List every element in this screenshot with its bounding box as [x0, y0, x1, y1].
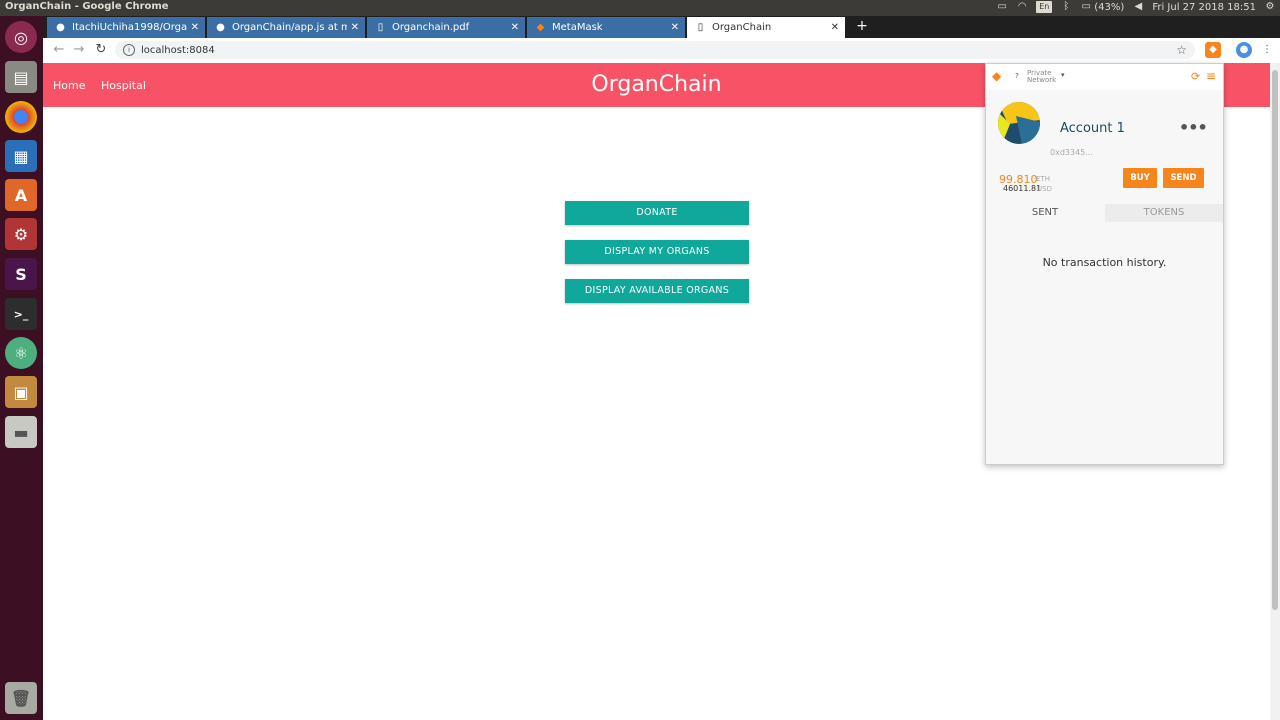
empty-transaction-history: No transaction history.: [1042, 256, 1167, 269]
browser-toolbar: ← → ↻ i localhost:8084 ☆ ◆ ● ⋮: [43, 38, 1280, 64]
package-box-icon[interactable]: ▣: [5, 376, 37, 408]
tab-label: ItachiUchiha1998/OrganCh: [72, 22, 187, 33]
system-top-bar: OrganChain - Google Chrome ▭ ◠ En ᛒ ▭ (4…: [0, 0, 1280, 16]
tab-label: MetaMask: [552, 22, 603, 33]
system-settings-icon[interactable]: ⚙: [5, 218, 37, 250]
tab-label: OrganChain/app.js at mas: [232, 22, 347, 33]
metamask-header: [986, 64, 1223, 90]
metamask-fox-icon: ◆: [536, 22, 545, 33]
software-center-icon[interactable]: A: [5, 179, 37, 211]
network-label-line2: Network: [1027, 76, 1057, 84]
usd-unit: USD: [1037, 185, 1052, 193]
clock[interactable]: Fri Jul 27 2018 18:51: [1152, 2, 1256, 13]
app-launcher: ◎ ▤ ▦ A ⚙ S >_ ⚛ ▣ ▬ 🗑: [0, 16, 43, 720]
ubuntu-dash-icon[interactable]: ◎: [5, 21, 37, 53]
scrollbar-thumb[interactable]: [1272, 70, 1278, 610]
close-icon[interactable]: ✕: [191, 22, 199, 33]
github-icon: ●: [216, 22, 225, 33]
tab-organchain-pdf[interactable]: ▯ Organchain.pdf ✕: [367, 17, 525, 38]
tab-tokens[interactable]: TOKENS: [1105, 204, 1223, 222]
battery-indicator[interactable]: ▭ (43%): [1080, 1, 1125, 13]
tab-organchain[interactable]: ▯ OrganChain ✕: [687, 17, 845, 38]
help-icon[interactable]: ?: [1013, 72, 1021, 80]
close-icon[interactable]: ✕: [831, 22, 839, 33]
close-icon[interactable]: ✕: [351, 22, 359, 33]
system-tray: ▭ ◠ En ᛒ ▭ (43%) ◀ Fri Jul 27 2018 18:51…: [996, 1, 1276, 13]
document-icon: ▯: [697, 22, 704, 33]
tab-sent[interactable]: SENT: [986, 204, 1104, 222]
battery-icon: ▭: [1081, 1, 1091, 12]
display-available-organs-button[interactable]: DISPLAY AVAILABLE ORGANS: [565, 279, 749, 303]
github-icon: ●: [56, 22, 65, 33]
tab-metamask[interactable]: ◆ MetaMask ✕: [527, 17, 685, 38]
battery-percent: (43%): [1094, 1, 1125, 13]
buy-button[interactable]: BUY: [1123, 168, 1157, 188]
chrome-menu-icon[interactable]: ⋮: [1259, 42, 1275, 58]
eth-unit: ETH: [1036, 175, 1050, 183]
bookmark-star-icon[interactable]: ☆: [1176, 43, 1187, 57]
chrome-dev-icon[interactable]: [5, 101, 37, 133]
account-name: Account 1: [1060, 121, 1125, 136]
account-address[interactable]: 0xd3345...: [1050, 148, 1093, 157]
writer-document-icon[interactable]: ▦: [5, 140, 37, 172]
account-avatar[interactable]: [998, 102, 1040, 144]
close-icon[interactable]: ✕: [511, 22, 519, 33]
tab-github-appjs[interactable]: ● OrganChain/app.js at mas ✕: [207, 17, 365, 38]
slack-icon[interactable]: S: [5, 258, 37, 290]
metamask-popup: ◆ ? Private Network ▾ ⟳ ≡ Account 1 ••• …: [985, 63, 1224, 465]
usd-balance: 46011.81: [1003, 184, 1042, 193]
caret-down-icon[interactable]: ▾: [1061, 71, 1065, 79]
wifi-icon[interactable]: ◠: [1016, 1, 1028, 13]
sync-icon[interactable]: ⟳: [1191, 70, 1200, 83]
close-icon[interactable]: ✕: [671, 22, 679, 33]
tab-github-repo[interactable]: ● ItachiUchiha1998/OrganCh ✕: [47, 17, 205, 38]
site-info-icon[interactable]: i: [123, 44, 135, 56]
tab-label: Organchain.pdf: [392, 22, 470, 33]
files-icon[interactable]: ▭: [996, 1, 1008, 13]
hamburger-menu-icon[interactable]: ≡: [1206, 69, 1216, 83]
browser-tab-bar: ● ItachiUchiha1998/OrganCh ✕ ● OrganChai…: [43, 16, 1280, 38]
donate-button[interactable]: DONATE: [565, 201, 749, 225]
drive-icon[interactable]: ▬: [5, 416, 37, 448]
tab-label: OrganChain: [712, 22, 772, 33]
display-my-organs-button[interactable]: DISPLAY MY ORGANS: [565, 240, 749, 264]
bluetooth-icon[interactable]: ᛒ: [1060, 1, 1072, 13]
atom-editor-icon[interactable]: ⚛: [5, 337, 37, 369]
trash-icon[interactable]: 🗑: [5, 682, 37, 714]
address-bar[interactable]: i localhost:8084 ☆: [115, 41, 1195, 59]
keyboard-layout-indicator[interactable]: En: [1036, 1, 1053, 13]
back-button[interactable]: ←: [51, 42, 67, 58]
url-text: localhost:8084: [141, 44, 215, 56]
extension-icon[interactable]: ●: [1236, 42, 1252, 58]
window-title: OrganChain - Google Chrome: [5, 1, 169, 12]
volume-icon[interactable]: ◀: [1132, 1, 1144, 13]
more-options-icon[interactable]: •••: [1179, 118, 1208, 137]
forward-button[interactable]: →: [71, 42, 87, 58]
metamask-fox-icon: ◆: [992, 69, 1002, 83]
terminal-icon[interactable]: >_: [5, 298, 37, 330]
network-selector[interactable]: Private Network: [1027, 70, 1056, 84]
new-tab-button[interactable]: +: [853, 18, 871, 34]
file-manager-icon[interactable]: ▤: [5, 61, 37, 93]
send-button[interactable]: SEND: [1163, 168, 1204, 188]
reload-button[interactable]: ↻: [93, 42, 109, 58]
settings-gear-icon[interactable]: ⚙: [1264, 1, 1276, 13]
metamask-extension-icon[interactable]: ◆: [1205, 42, 1221, 58]
document-icon: ▯: [377, 22, 384, 33]
